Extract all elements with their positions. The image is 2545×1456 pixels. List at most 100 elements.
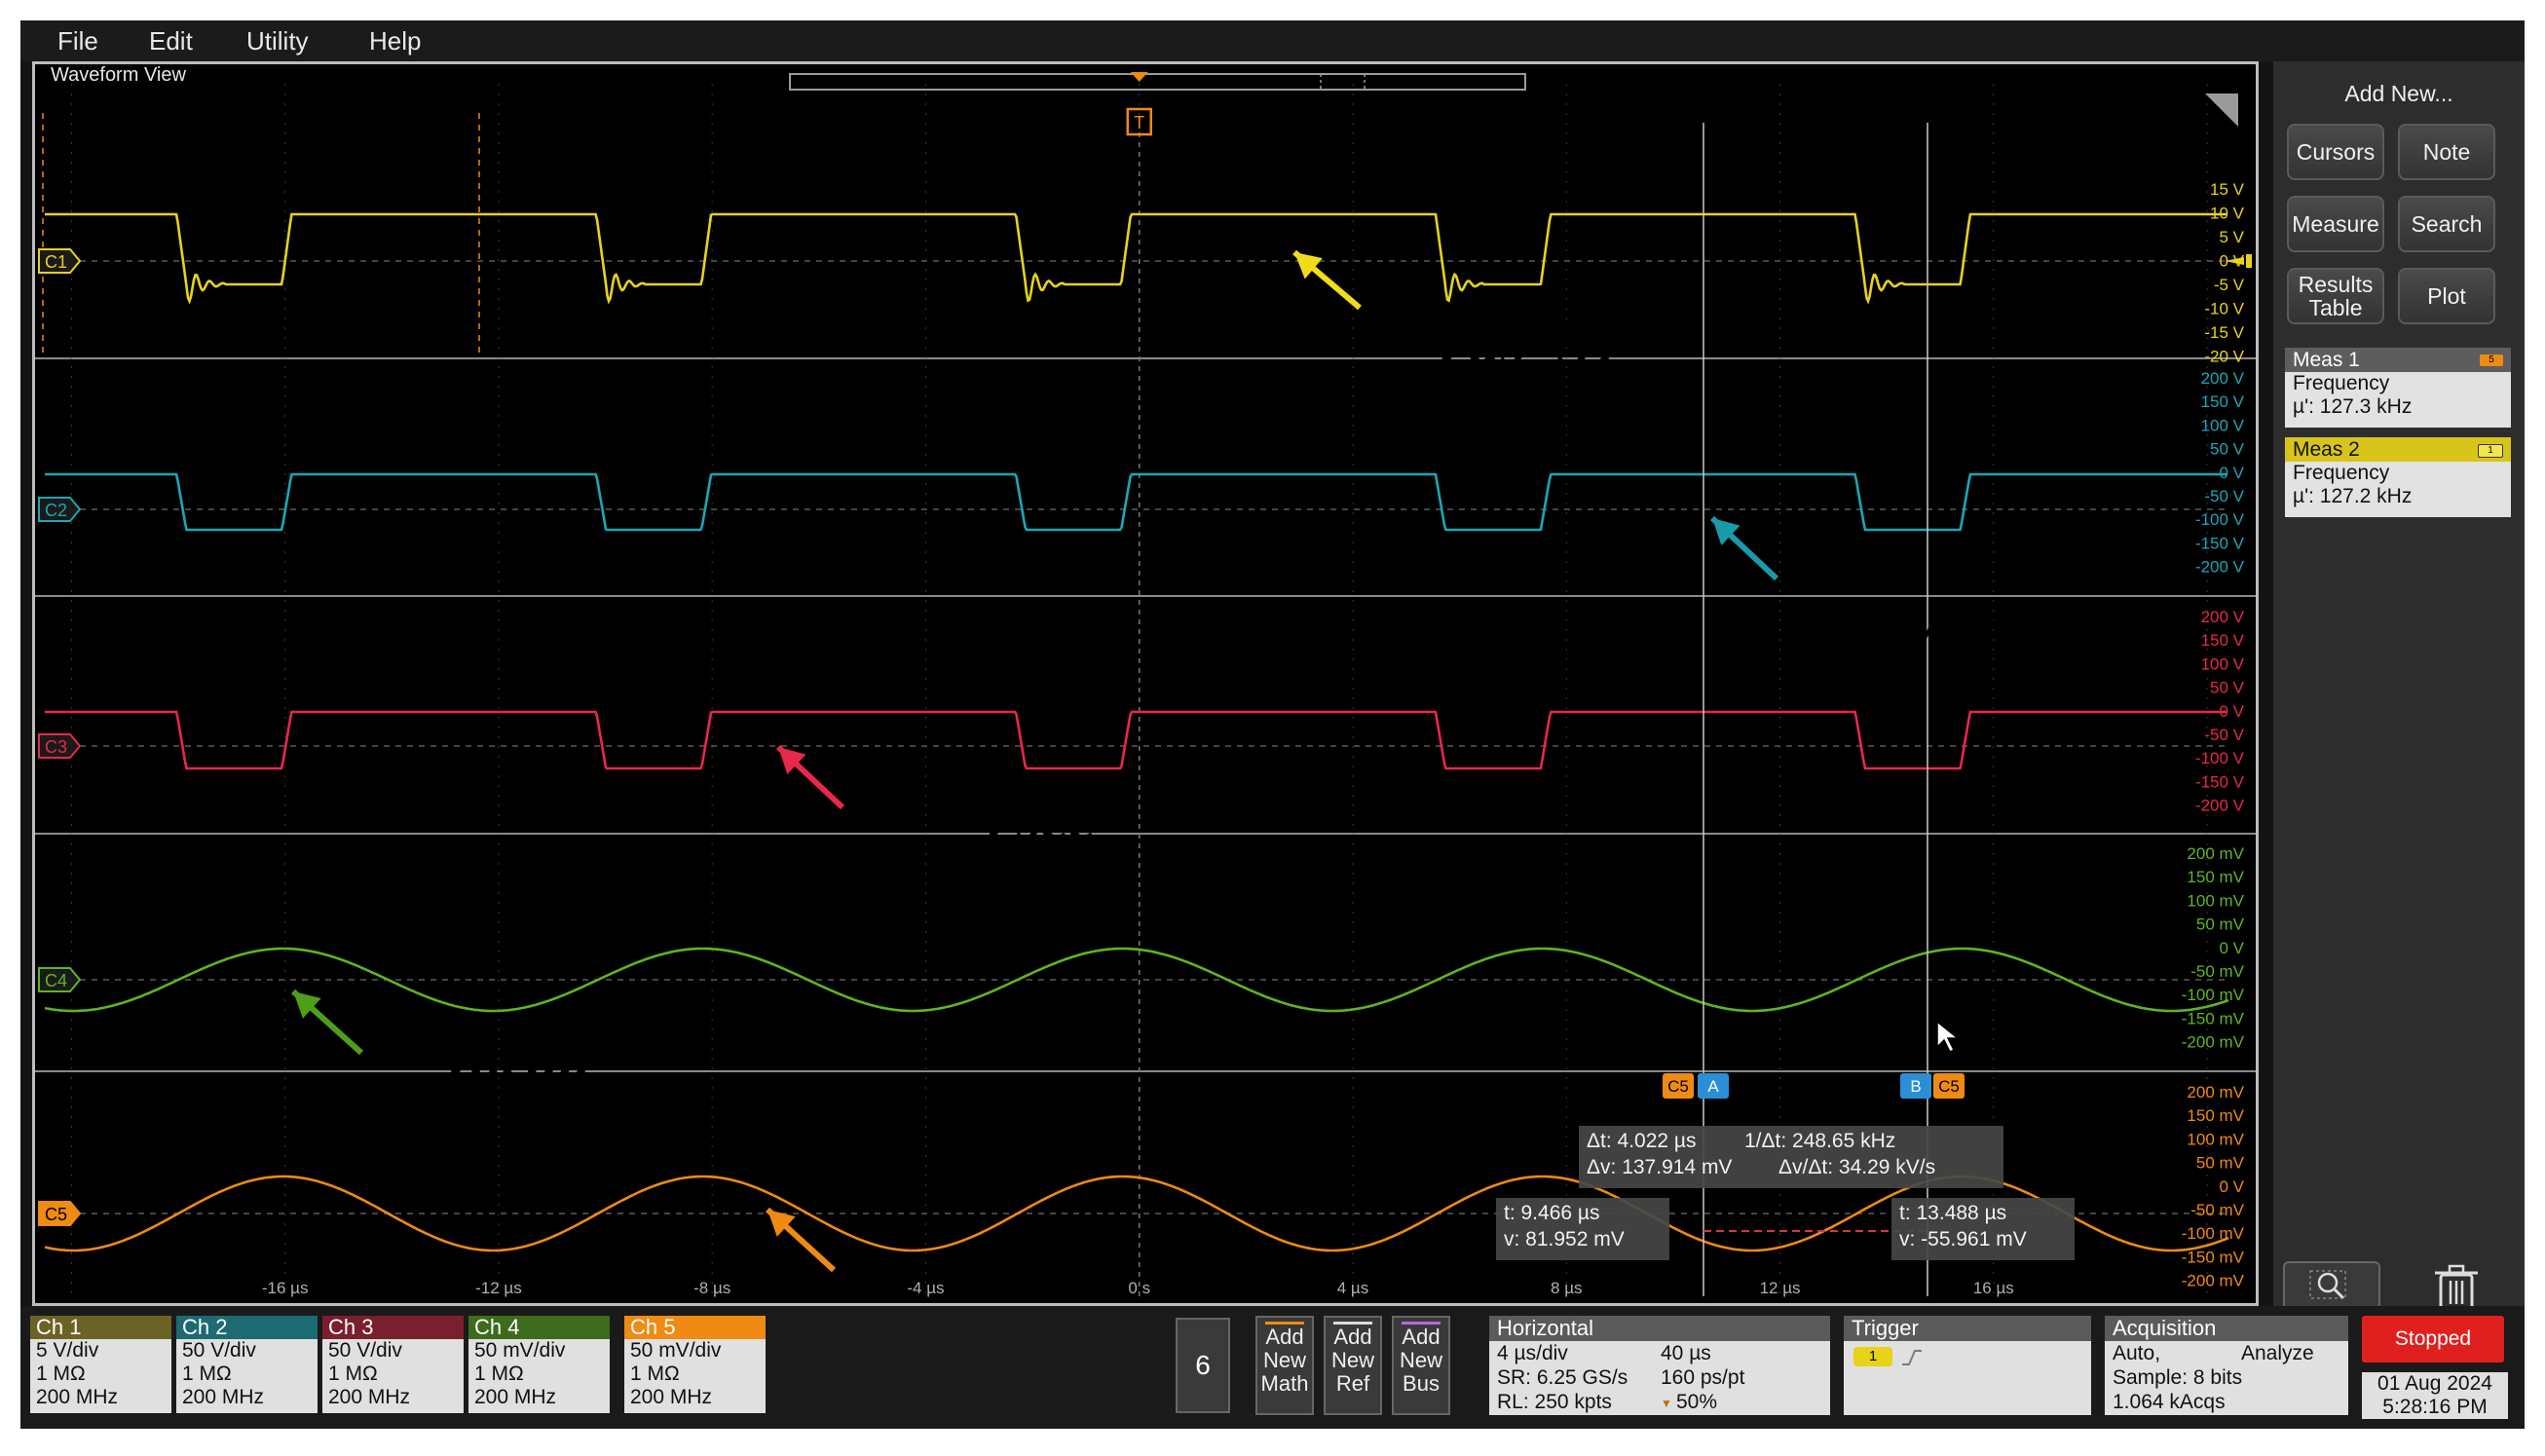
scale-label: -100 mV: [2182, 986, 2245, 1004]
arrow-iprim: [290, 989, 364, 1056]
cursor-b-time: t: 13.488 µs: [1899, 1202, 2007, 1224]
meas1-value: µ': 127.3 kHz: [2293, 395, 2413, 418]
channel-marker-label: C5: [45, 1205, 67, 1224]
scale-label: 50 mV: [2196, 1154, 2245, 1173]
trigger-badge[interactable]: Trigger 1: [1844, 1316, 2091, 1415]
scale-label: 100 mV: [2187, 891, 2244, 910]
ch5-name: Ch 5: [624, 1316, 766, 1339]
cursor-b-readout: t: 13.488 µs v: -55.961 mV: [1891, 1198, 2075, 1260]
trigger-marker-label: T: [1134, 113, 1144, 132]
add-new-math-button[interactable]: Add New Math: [1255, 1316, 1314, 1415]
scale-label: -50 V: [2204, 726, 2244, 744]
run-stop-button[interactable]: Stopped: [2362, 1316, 2504, 1363]
acq-sample: Sample: 8 bits: [2113, 1366, 2243, 1389]
menu-help[interactable]: Help: [369, 26, 421, 56]
note-button[interactable]: Note: [2398, 124, 2495, 180]
scale-label: 200 V: [2201, 608, 2245, 626]
channel-marker-c4: C4: [38, 967, 82, 992]
cursor-a-readout: t: 9.466 µs v: 81.952 mV: [1496, 1198, 1669, 1260]
scale-label: -5 V: [2214, 276, 2245, 294]
add-math-line3: Math: [1260, 1371, 1309, 1396]
scale-label: 0 V: [2219, 1177, 2244, 1196]
cursor-a-source-badge: C5: [1663, 1073, 1694, 1099]
ch1-badge[interactable]: Ch 1 5 V/div 1 MΩ 200 MHz: [30, 1316, 171, 1413]
waveform-view[interactable]: C1 15 V 10 V 5 V 0 V -5 V -10 V -15 V -20 V C2 200…: [32, 61, 2259, 1313]
label-iprim: Iprim: [444, 1029, 590, 1099]
scale-label: 50 V: [2210, 440, 2245, 459]
scale-label: -100 mV: [2182, 1224, 2245, 1243]
oscilloscope-window: File Edit Utility Help C115 V10 V5 V0 V-…: [20, 20, 2525, 1429]
add-bus-line2: New: [1399, 1348, 1442, 1372]
date-display: 01 Aug 2024: [2377, 1372, 2492, 1395]
channel-marker-c1: C1: [38, 248, 82, 274]
channel-count-button[interactable]: 6: [1176, 1318, 1230, 1413]
ch3-scale: 50 V/div: [328, 1339, 402, 1362]
add-ref-line3: Ref: [1335, 1371, 1370, 1396]
add-new-bus-button[interactable]: Add New Bus: [1392, 1316, 1450, 1415]
menu-utility[interactable]: Utility: [246, 26, 309, 56]
acquisition-badge[interactable]: Acquisition Auto, Analyze Sample: 8 bits…: [2105, 1316, 2348, 1415]
scale-label: -100 V: [2195, 510, 2245, 529]
waveform-canvas[interactable]: C1 15 V 10 V 5 V 0 V -5 V -10 V -15 V -20 V C2 200…: [35, 64, 2256, 1303]
cursor-b-source-badge: C5: [1933, 1073, 1965, 1099]
cursors-button[interactable]: Cursors: [2287, 124, 2384, 180]
time-axis-label: 16 µs: [1973, 1279, 2014, 1297]
channel-marker-c5: C5: [38, 1201, 82, 1226]
ch3-badge[interactable]: Ch 3 50 V/div 1 MΩ 200 MHz: [322, 1316, 464, 1413]
scale-label: -20 V: [2204, 348, 2244, 366]
add-new-title: Add New...: [2344, 81, 2453, 106]
channel-marker-label: C1: [45, 252, 67, 272]
measure-button[interactable]: Measure: [2287, 196, 2384, 252]
time-axis-label: -8 µs: [693, 1279, 730, 1297]
scale-label: 200 mV: [2187, 1083, 2244, 1101]
ch4-badge[interactable]: Ch 4 50 mV/div 1 MΩ 200 MHz: [468, 1316, 610, 1413]
scale-label: -150 V: [2195, 772, 2245, 791]
time-display: 5:28:16 PM: [2382, 1396, 2488, 1418]
horizontal-badge[interactable]: Horizontal 4 µs/div 40 µs SR: 6.25 GS/s …: [1489, 1316, 1830, 1415]
timebase-overview: [789, 73, 1526, 91]
search-button[interactable]: Search: [2398, 196, 2495, 252]
meas2-badge[interactable]: Meas 2 1 Frequency µ': 127.2 kHz: [2285, 437, 2511, 517]
time-axis-label: -4 µs: [907, 1279, 944, 1297]
add-new-ref-button[interactable]: Add New Ref: [1324, 1316, 1382, 1415]
time-axis-label: -16 µs: [262, 1279, 309, 1297]
ch1-impedance: 1 MΩ: [36, 1363, 86, 1385]
date-time-badge[interactable]: 01 Aug 2024 5:28:16 PM: [2362, 1372, 2508, 1419]
ch4-scale: 50 mV/div: [474, 1339, 566, 1362]
plot-button[interactable]: Plot: [2398, 268, 2495, 324]
graticule: [35, 73, 2256, 1296]
channel-marker-label: C2: [45, 501, 67, 520]
menu-file[interactable]: File: [57, 26, 98, 56]
meas2-source: 1: [2478, 444, 2503, 458]
results-table-label-2: Table: [2308, 295, 2363, 320]
scale-label: 150 mV: [2187, 1106, 2244, 1125]
scale-label: 5 V: [2219, 228, 2244, 246]
scale-label: -150 mV: [2182, 1248, 2245, 1266]
meas1-badge[interactable]: Meas 1 5 Frequency µ': 127.3 kHz: [2285, 348, 2511, 428]
time-axis-label: 4 µs: [1337, 1279, 1368, 1297]
channel-marker-label: C3: [45, 737, 67, 757]
cursor-b-source-badge-text: C5: [1938, 1077, 1960, 1096]
arrow-isec: [765, 1207, 837, 1273]
ch4-name: Ch 4: [468, 1316, 610, 1339]
add-bus-line3: Bus: [1403, 1371, 1440, 1396]
h-position: 50%: [1676, 1391, 1718, 1413]
h-scale: 4 µs/div: [1497, 1342, 1568, 1364]
label-vsec: Vsec: [975, 783, 1097, 852]
channel-marker-c2: C2: [38, 497, 82, 522]
ch5-bandwidth: 200 MHz: [630, 1386, 713, 1408]
arrow-vsec: [775, 744, 845, 810]
channel-marker-label: C4: [45, 971, 67, 990]
scale-label: 50 V: [2210, 679, 2245, 697]
scale-label: -10 V: [2204, 300, 2244, 318]
menu-edit[interactable]: Edit: [149, 26, 193, 56]
ch2-badge[interactable]: Ch 2 50 V/div 1 MΩ 200 MHz: [176, 1316, 318, 1413]
h-record-time: 40 µs: [1661, 1342, 1711, 1364]
ch5-badge[interactable]: Ch 5 50 mV/div 1 MΩ 200 MHz: [624, 1316, 766, 1413]
ch2-name: Ch 2: [176, 1316, 318, 1339]
add-math-line1: Add: [1265, 1325, 1304, 1349]
results-table-button[interactable]: Results Table: [2287, 268, 2384, 324]
zoom-button[interactable]: [2283, 1261, 2380, 1310]
cursor-delta-readout: Δt: 4.022 µs 1/Δt: 248.65 kHz Δv: 137.91…: [1579, 1126, 2003, 1188]
time-axis-label: 8 µs: [1551, 1279, 1582, 1297]
